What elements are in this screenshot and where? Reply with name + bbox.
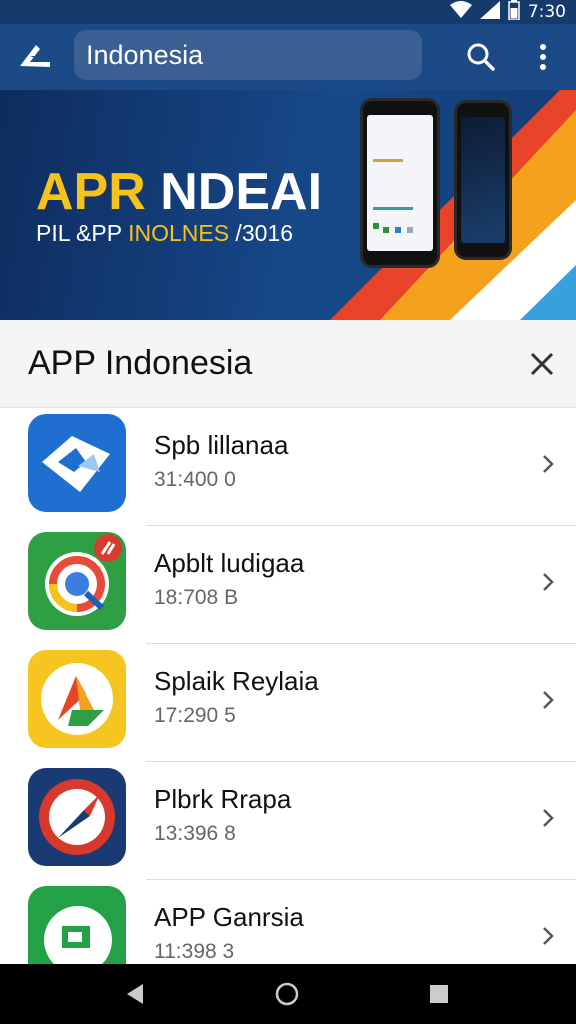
banner-title-part2: NDEAI bbox=[145, 163, 323, 221]
banner-title-part1: APR bbox=[36, 163, 146, 221]
sheet-title: APP Indonesia bbox=[28, 344, 253, 382]
app-meta: 17:290 5 bbox=[154, 704, 236, 727]
search-icon[interactable] bbox=[462, 38, 500, 76]
blue-envelope-app-icon bbox=[28, 414, 126, 512]
more-vert-icon[interactable] bbox=[528, 38, 558, 76]
banner-title: APR NDEAI bbox=[36, 162, 322, 222]
app-name: APP Ganrsia bbox=[154, 902, 304, 932]
app-list: Spb lillanaa 31:400 0 Apblt ludigaa 18:7… bbox=[0, 408, 576, 964]
green-chat-app-icon bbox=[28, 886, 126, 964]
search-input[interactable]: Indonesia bbox=[74, 30, 422, 80]
signal-icon bbox=[479, 0, 500, 24]
app-meta: 13:396 8 bbox=[154, 822, 236, 845]
yellow-arrow-app-icon bbox=[28, 650, 126, 748]
chevron-right-icon bbox=[538, 688, 558, 712]
app-bar: Indonesia bbox=[0, 24, 576, 90]
status-time: 7:30 bbox=[527, 2, 566, 22]
app-name: Splaik Reylaia bbox=[154, 666, 319, 696]
close-icon[interactable] bbox=[522, 344, 562, 384]
banner-subtitle: PIL &PP INOLNES /3016 bbox=[36, 220, 293, 247]
promo-banner[interactable]: APR NDEAI PIL &PP INOLNES /3016 bbox=[0, 90, 576, 320]
list-item[interactable]: Spb lillanaa 31:400 0 bbox=[0, 408, 576, 526]
status-bar: 7:30 bbox=[0, 0, 576, 24]
browser-app-icon bbox=[28, 532, 126, 630]
back-triangle-icon[interactable] bbox=[120, 979, 150, 1009]
chevron-right-icon bbox=[538, 452, 558, 476]
list-item[interactable]: Splaik Reylaia 17:290 5 bbox=[0, 644, 576, 762]
navigation-bar bbox=[0, 964, 576, 1024]
app-meta: 31:400 0 bbox=[154, 468, 236, 491]
app-meta: 11:398 3 bbox=[154, 940, 235, 963]
battery-icon bbox=[508, 0, 520, 25]
list-item[interactable]: Apblt ludigaa 18:708 B bbox=[0, 526, 576, 644]
app-logo-back-icon[interactable] bbox=[16, 38, 54, 76]
banner-phone-front bbox=[360, 98, 440, 268]
chevron-right-icon bbox=[538, 806, 558, 830]
banner-subtitle-part3: /3016 bbox=[229, 220, 293, 246]
list-item[interactable]: APP Ganrsia 11:398 3 bbox=[0, 880, 576, 964]
compass-app-icon bbox=[28, 768, 126, 866]
banner-phone-back bbox=[454, 100, 512, 260]
list-item[interactable]: Plbrk Rrapa 13:396 8 bbox=[0, 762, 576, 880]
app-meta: 18:708 B bbox=[154, 586, 239, 609]
search-input-value: Indonesia bbox=[86, 39, 204, 70]
home-circle-icon[interactable] bbox=[272, 979, 302, 1009]
banner-subtitle-part1: PIL &PP bbox=[36, 220, 129, 246]
chevron-right-icon bbox=[538, 570, 558, 594]
wifi-icon bbox=[449, 0, 472, 24]
recents-square-icon[interactable] bbox=[424, 979, 454, 1009]
sheet-header: APP Indonesia bbox=[0, 320, 576, 408]
app-name: Apblt ludigaa bbox=[154, 548, 305, 578]
app-name: Plbrk Rrapa bbox=[154, 784, 292, 814]
chevron-right-icon bbox=[538, 924, 558, 948]
app-name: Spb lillanaa bbox=[154, 430, 289, 460]
banner-subtitle-part2: INOLNES bbox=[128, 220, 230, 246]
